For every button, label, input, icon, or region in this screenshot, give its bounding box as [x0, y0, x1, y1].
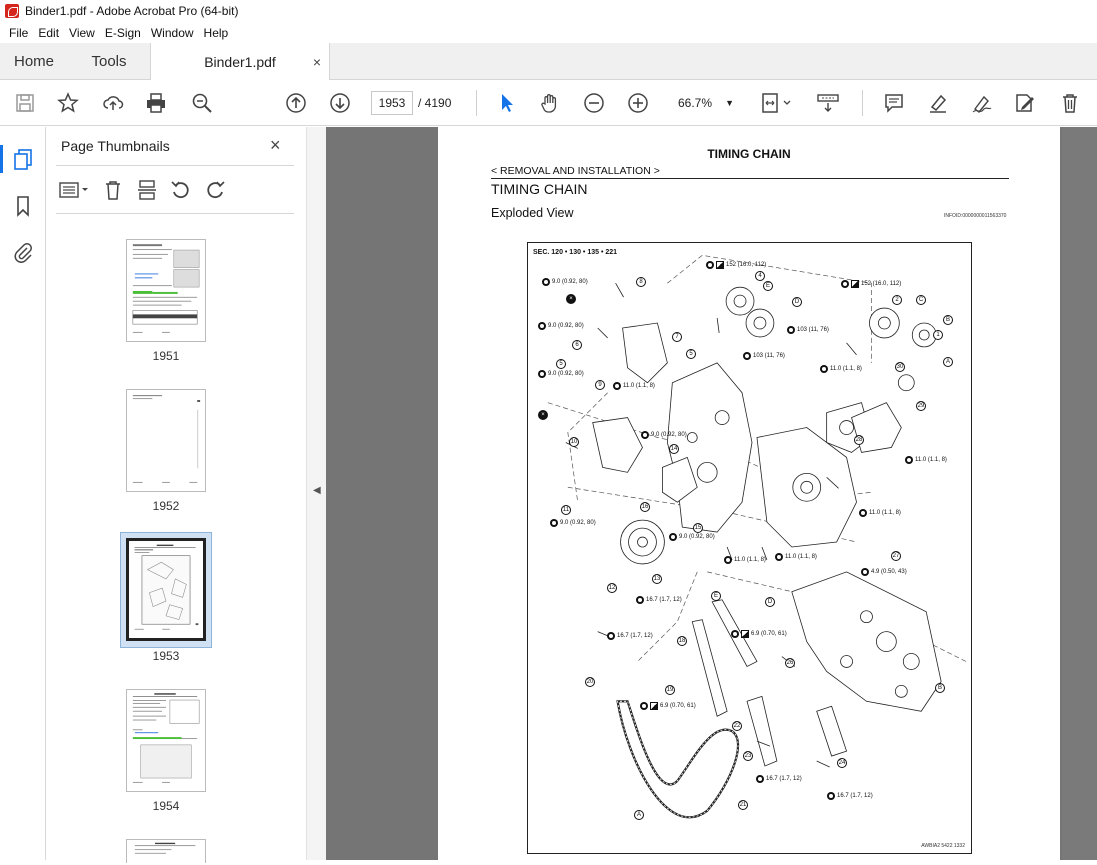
window-title: Binder1.pdf - Adobe Acrobat Pro (64-bit) — [25, 4, 239, 18]
page-thumbnail[interactable] — [126, 389, 206, 492]
document-tab-label: Binder1.pdf — [204, 53, 276, 70]
rotate-cw-icon[interactable] — [202, 179, 228, 201]
info-id: INFOID:0000000011563370 — [944, 213, 1007, 219]
main-toolbar — [0, 80, 1097, 126]
page-thumbnail[interactable] — [126, 689, 206, 792]
thumbnail-toolbar — [58, 177, 236, 203]
zoom-out-icon[interactable] — [582, 91, 606, 115]
panel-collapse-strip[interactable]: ◀ — [306, 127, 326, 860]
previous-page-icon[interactable] — [284, 91, 308, 115]
delete-trash-icon[interactable] — [1058, 91, 1082, 115]
active-indicator — [0, 145, 3, 173]
tab-home[interactable]: Home — [0, 43, 68, 80]
close-tab-icon[interactable]: × — [313, 54, 321, 70]
comment-icon[interactable] — [882, 91, 906, 115]
zoom-select[interactable]: 66.7% ▼ — [666, 91, 740, 115]
page-thumbnail[interactable] — [126, 239, 206, 342]
document-view[interactable]: TIMING CHAIN < REMOVAL AND INSTALLATION … — [326, 127, 1062, 860]
bookmark-star-icon[interactable] — [56, 91, 80, 115]
timing-chain-exploded-diagram — [547, 254, 967, 819]
page-thumbnail[interactable] — [126, 839, 206, 863]
thumbnail-label: 1954 — [152, 799, 180, 813]
page-total: / 4190 — [418, 96, 452, 110]
page-breadcrumb: < REMOVAL AND INSTALLATION > — [491, 165, 660, 177]
highlight-pen-icon[interactable] — [926, 91, 950, 115]
tab-tools[interactable]: Tools — [68, 43, 150, 80]
chevron-down-icon: ▼ — [725, 98, 734, 108]
delete-page-icon[interactable] — [100, 179, 126, 201]
print-icon[interactable] — [144, 91, 168, 115]
select-cursor-icon[interactable] — [494, 91, 518, 115]
zoom-in-icon[interactable] — [626, 91, 650, 115]
title-bar: Binder1.pdf - Adobe Acrobat Pro (64-bit) — [0, 0, 1097, 22]
page-thumbnails-panel: Page Thumbnails × 1951 1952 1953 1954 — [46, 127, 346, 863]
menu-window[interactable]: Window — [146, 26, 199, 40]
menu-view[interactable]: View — [64, 26, 100, 40]
collapse-left-icon[interactable]: ◀ — [313, 485, 321, 496]
subsection-title: Exploded View — [491, 206, 574, 220]
page-header: TIMING CHAIN — [707, 147, 791, 161]
menu-file[interactable]: File — [4, 26, 33, 40]
thumbnail-options-icon[interactable] — [58, 179, 92, 201]
draw-sign-icon[interactable] — [970, 91, 994, 115]
thumbnail-label: 1953 — [152, 649, 180, 663]
page-thumbnails-icon[interactable] — [11, 147, 35, 171]
zoom-search-icon[interactable] — [190, 91, 214, 115]
panel-title: Page Thumbnails — [61, 138, 170, 154]
bookmarks-icon[interactable] — [11, 194, 35, 218]
acrobat-app-icon — [5, 4, 19, 18]
exploded-view-figure: SEC. 120 • 130 • 135 • 221 9.0 (0.92, 80… — [527, 242, 972, 854]
thumbnail-label: 1951 — [152, 349, 180, 363]
tab-document[interactable]: Binder1.pdf × — [150, 43, 330, 80]
next-page-icon[interactable] — [328, 91, 352, 115]
page-thumbnail-selected[interactable] — [126, 538, 206, 641]
right-panel-strip — [1062, 127, 1097, 860]
hand-tool-icon[interactable] — [538, 91, 562, 115]
thumbnail-label: 1952 — [152, 499, 180, 513]
insert-page-icon[interactable] — [134, 179, 160, 201]
zoom-value: 66.7% — [678, 96, 713, 110]
menu-bar: File Edit View E-Sign Window Help — [0, 22, 1097, 43]
rotate-ccw-icon[interactable] — [168, 179, 194, 201]
section-title: TIMING CHAIN — [491, 181, 588, 197]
upload-cloud-icon[interactable] — [101, 91, 125, 115]
menu-edit[interactable]: Edit — [33, 26, 64, 40]
pdf-page: TIMING CHAIN < REMOVAL AND INSTALLATION … — [438, 127, 1060, 860]
figure-code: AWBIA2 5422 1332 — [921, 843, 965, 849]
menu-esign[interactable]: E-Sign — [100, 26, 146, 40]
tab-bar: Home Tools Binder1.pdf × — [0, 43, 1097, 80]
menu-help[interactable]: Help — [199, 26, 234, 40]
save-icon[interactable] — [13, 91, 37, 115]
attachments-paperclip-icon[interactable] — [11, 240, 35, 264]
left-nav-rail — [0, 127, 46, 860]
page-fit-icon[interactable] — [760, 91, 796, 115]
current-page-input[interactable]: 1953 — [371, 91, 413, 115]
close-panel-icon[interactable]: × — [270, 135, 281, 156]
edit-pdf-icon[interactable] — [1013, 91, 1037, 115]
scroll-mode-icon[interactable] — [815, 91, 843, 115]
